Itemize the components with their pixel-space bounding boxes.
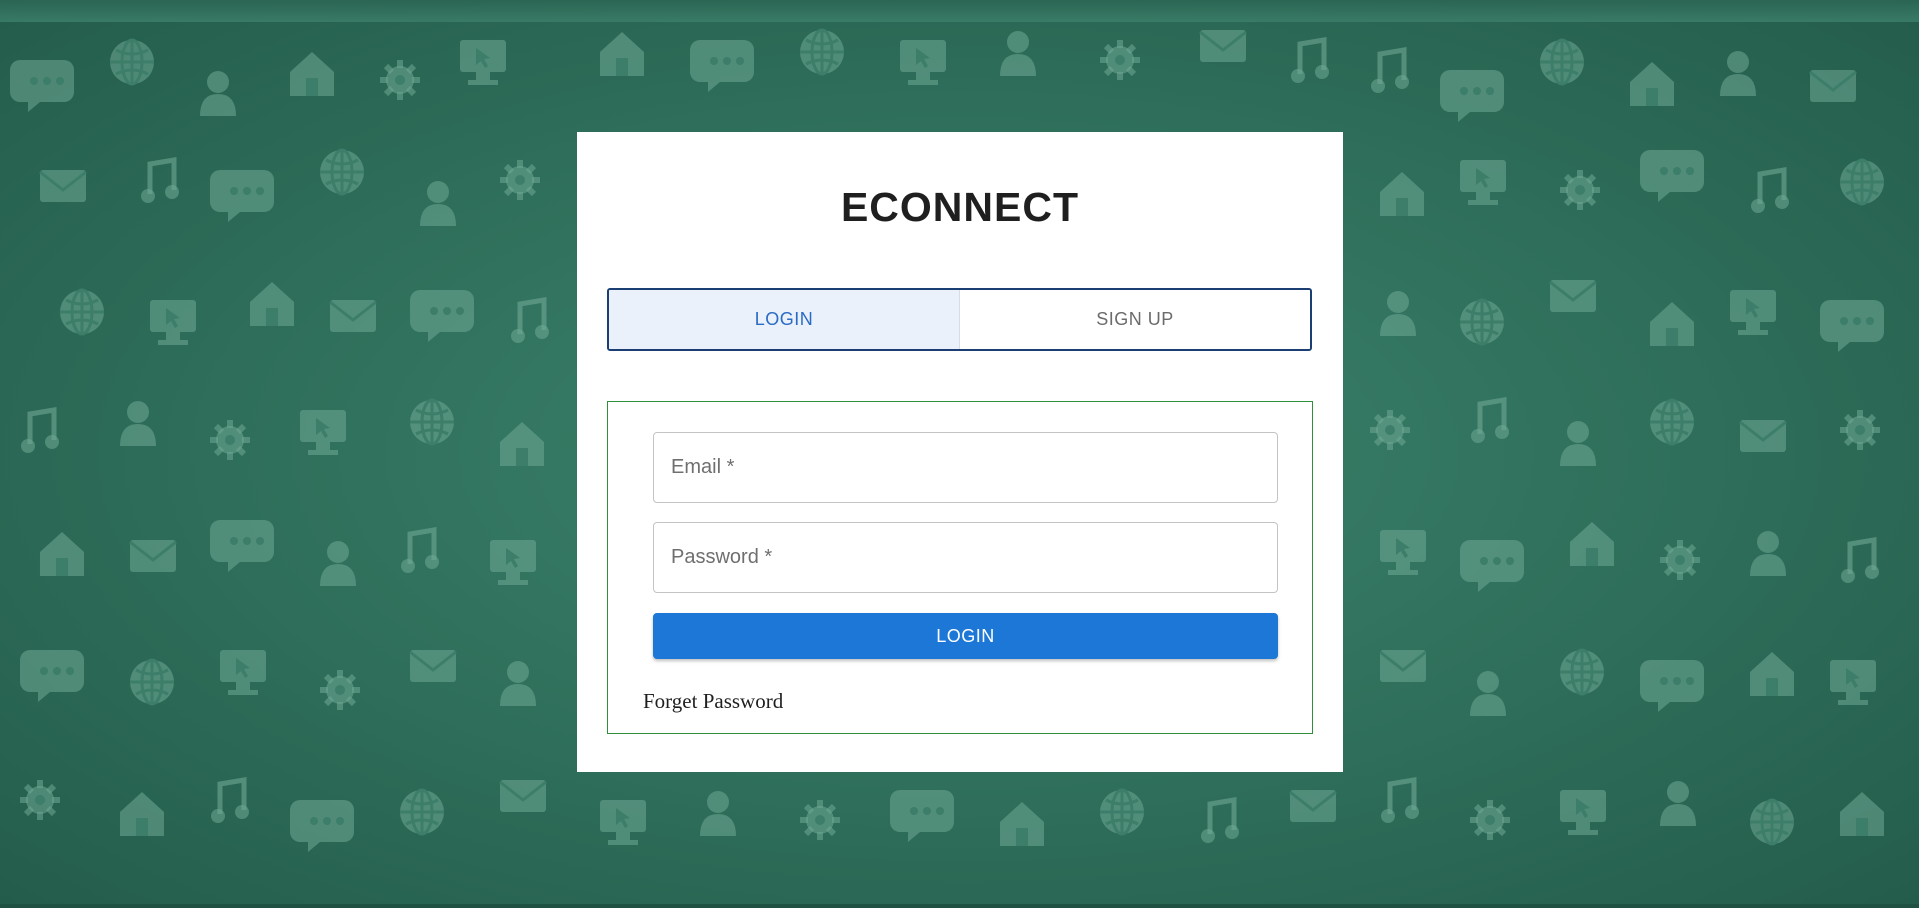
auth-card: ECONNECT LOGIN SIGN UP LOGIN Forget Pass… [577, 132, 1343, 772]
top-strip [0, 0, 1919, 22]
tab-login[interactable]: LOGIN [609, 290, 960, 349]
password-field [653, 522, 1278, 593]
app-title: ECONNECT [840, 184, 1080, 230]
login-button[interactable]: LOGIN [653, 613, 1278, 659]
password-input[interactable] [654, 523, 1277, 592]
tab-sign-up[interactable]: SIGN UP [960, 290, 1310, 349]
auth-tabs: LOGIN SIGN UP [607, 288, 1312, 351]
email-field [653, 432, 1278, 503]
email-input[interactable] [654, 433, 1277, 502]
bottom-strip [0, 904, 1919, 908]
forget-password-link[interactable]: Forget Password [643, 689, 783, 714]
login-form: LOGIN Forget Password [607, 401, 1313, 734]
